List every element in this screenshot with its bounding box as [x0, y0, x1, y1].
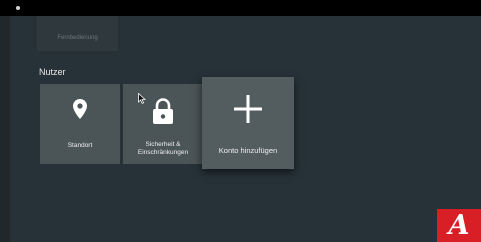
status-bar: [0, 0, 481, 16]
security-restrictions-tile[interactable]: Sicherheit & Einschränkungen: [123, 84, 203, 164]
plus-icon: [234, 95, 262, 123]
add-account-label: Konto hinzufügen: [218, 146, 278, 155]
remote-control-label: Fernbedienung: [57, 35, 98, 41]
location-pin-icon: [73, 99, 87, 119]
brand-logo: A: [437, 209, 481, 242]
location-tile[interactable]: Standort: [40, 84, 120, 164]
brand-logo-letter: A: [448, 210, 470, 241]
status-dot-icon: [16, 6, 20, 10]
mouse-cursor-icon: [138, 93, 146, 104]
add-account-tile[interactable]: Konto hinzufügen: [202, 77, 294, 169]
security-label-line1: Sicherheit &: [145, 141, 181, 148]
location-label: Standort: [67, 142, 93, 149]
section-title-users: Nutzer: [39, 67, 66, 77]
remote-control-card[interactable]: Fernbedienung: [37, 16, 118, 51]
security-label-line2: Einschränkungen: [137, 149, 189, 156]
lock-icon: [153, 98, 173, 124]
